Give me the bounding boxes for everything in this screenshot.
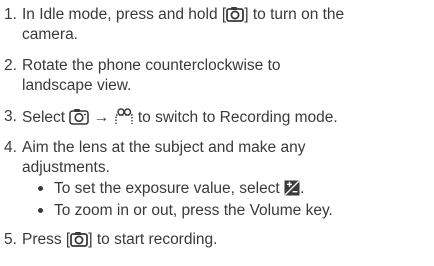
step-text-continued: to switch to Recording mode. (137, 109, 338, 126)
camera-key-icon (70, 231, 89, 253)
step-text-line2: adjustments. (22, 159, 110, 176)
step-text-continued: ] to turn on the (244, 6, 345, 23)
step-text: Aim the lens at the subject and make any (22, 139, 306, 156)
step-text: Select (22, 109, 66, 126)
step-number: 4. (4, 139, 17, 156)
camera-mode-icon (69, 107, 90, 131)
bullet-text: To set the exposure value, select (54, 180, 280, 197)
bullet-suffix: . (300, 180, 305, 197)
exposure-value-icon (284, 180, 300, 202)
step-number: 2. (4, 57, 17, 74)
bullet-dot (38, 208, 43, 213)
bullet-dot (38, 186, 43, 191)
arrow-glyph: → (93, 109, 110, 126)
instruction-list: 1. In Idle mode, press and hold [ ] to tu… (0, 0, 434, 266)
step-text: Press [ (22, 231, 71, 248)
step-number: 3. (4, 108, 17, 125)
step-number: 1. (4, 6, 17, 23)
step-text-line2: landscape view. (22, 77, 132, 94)
step-text-line2: camera. (22, 26, 78, 43)
step-text: In Idle mode, press and hold [ (22, 6, 227, 23)
bullet-text: To zoom in or out, press the Volume key. (54, 202, 333, 219)
step-text: Rotate the phone counterclockwise to (22, 57, 281, 74)
step-number: 5. (4, 231, 17, 248)
step-text-continued: ] to start recording. (88, 231, 218, 248)
video-mode-icon (114, 107, 134, 131)
